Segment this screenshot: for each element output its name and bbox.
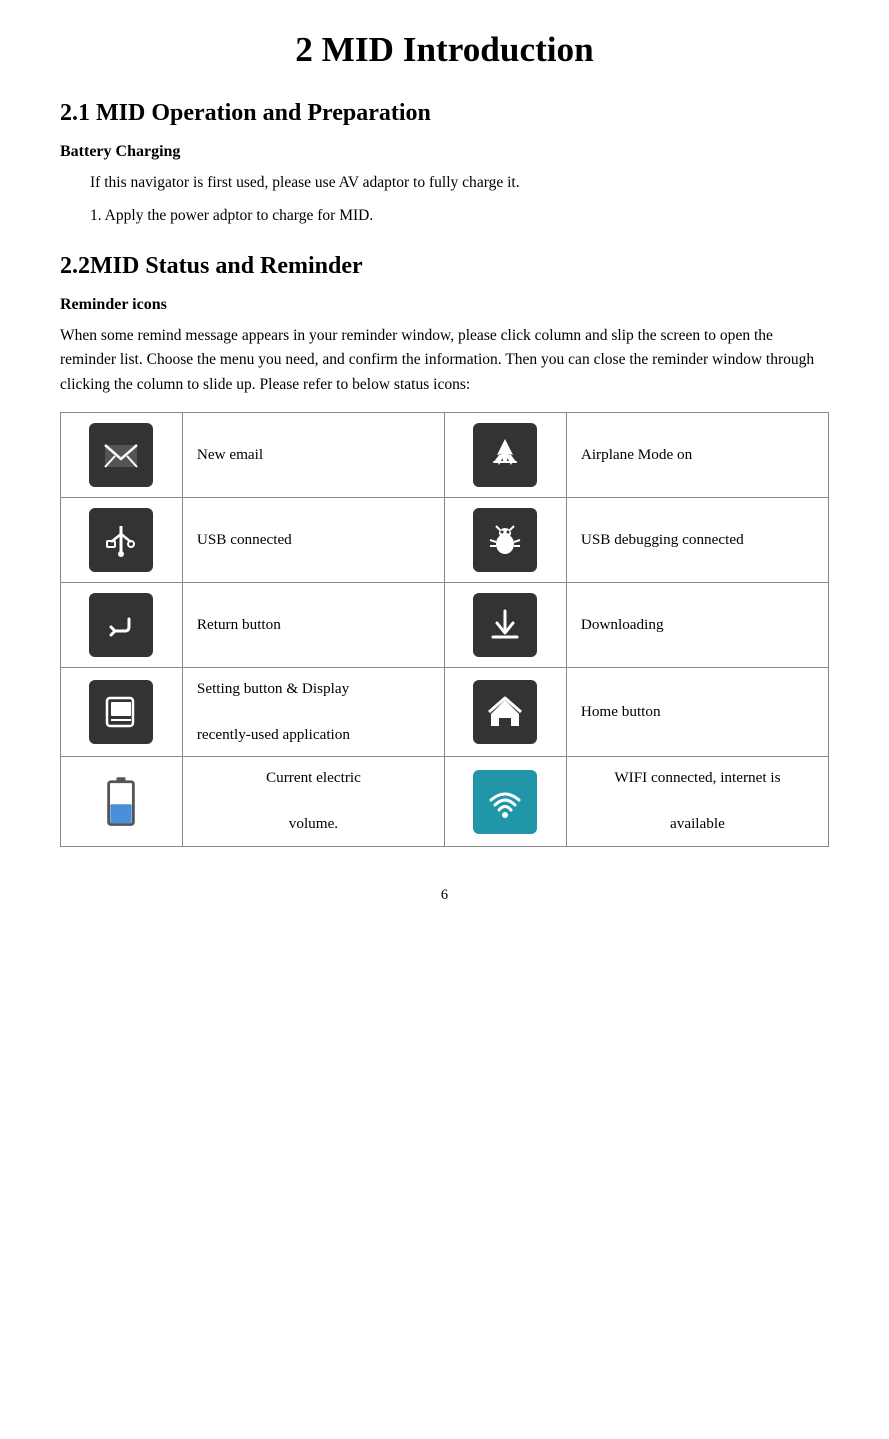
email-icon [89,423,153,487]
settings-icon [89,680,153,744]
airplane-mode-label: Airplane Mode on [566,413,828,498]
battery-label: Current electric volume. [182,757,444,846]
home-icon-cell [444,668,566,757]
home-icon [473,680,537,744]
return-icon [89,593,153,657]
usb-debug-label: USB debugging connected [566,498,828,583]
email-icon-cell [61,413,183,498]
usb-debug-icon-cell [444,498,566,583]
section-2-1: 2.1 MID Operation and Preparation Batter… [60,100,829,229]
table-row: Current electric volume. WIFI connected,… [61,757,829,846]
section-2-1-heading: 2.1 MID Operation and Preparation [60,100,829,127]
section-2-2-heading: 2.2MID Status and Reminder [60,253,829,280]
battery-charging-heading: Battery Charging [60,143,829,161]
battery-para-1: If this navigator is first used, please … [90,171,829,196]
usb-icon [89,508,153,572]
battery-para-2: 1. Apply the power adptor to charge for … [90,204,829,229]
usb-icon-cell [61,498,183,583]
return-icon-cell [61,583,183,668]
wifi-label: WIFI connected, internet is available [566,757,828,846]
section-2-2: 2.2MID Status and Reminder Reminder icon… [60,253,829,847]
download-icon-cell [444,583,566,668]
settings-icon-cell [61,668,183,757]
return-button-label: Return button [182,583,444,668]
battery-icon [89,770,153,834]
home-button-label: Home button [566,668,828,757]
airplane-icon-cell [444,413,566,498]
wifi-icon-cell [444,757,566,846]
wifi-icon [473,770,537,834]
downloading-label: Downloading [566,583,828,668]
new-email-label: New email [182,413,444,498]
table-row: USB connected [61,498,829,583]
reminder-table: New email Airplane Mode on [60,412,829,847]
page-number: 6 [60,887,829,904]
settings-label: Setting button & Display recently-used a… [182,668,444,757]
battery-icon-cell [61,757,183,846]
reminder-para: When some remind message appears in your… [60,324,829,398]
page-title: 2 MID Introduction [60,30,829,70]
usb-connected-label: USB connected [182,498,444,583]
table-row: New email Airplane Mode on [61,413,829,498]
table-row: Return button Downloading [61,583,829,668]
table-row: Setting button & Display recently-used a… [61,668,829,757]
usb-debug-icon [473,508,537,572]
download-icon [473,593,537,657]
reminder-icons-heading: Reminder icons [60,296,829,314]
airplane-icon [473,423,537,487]
